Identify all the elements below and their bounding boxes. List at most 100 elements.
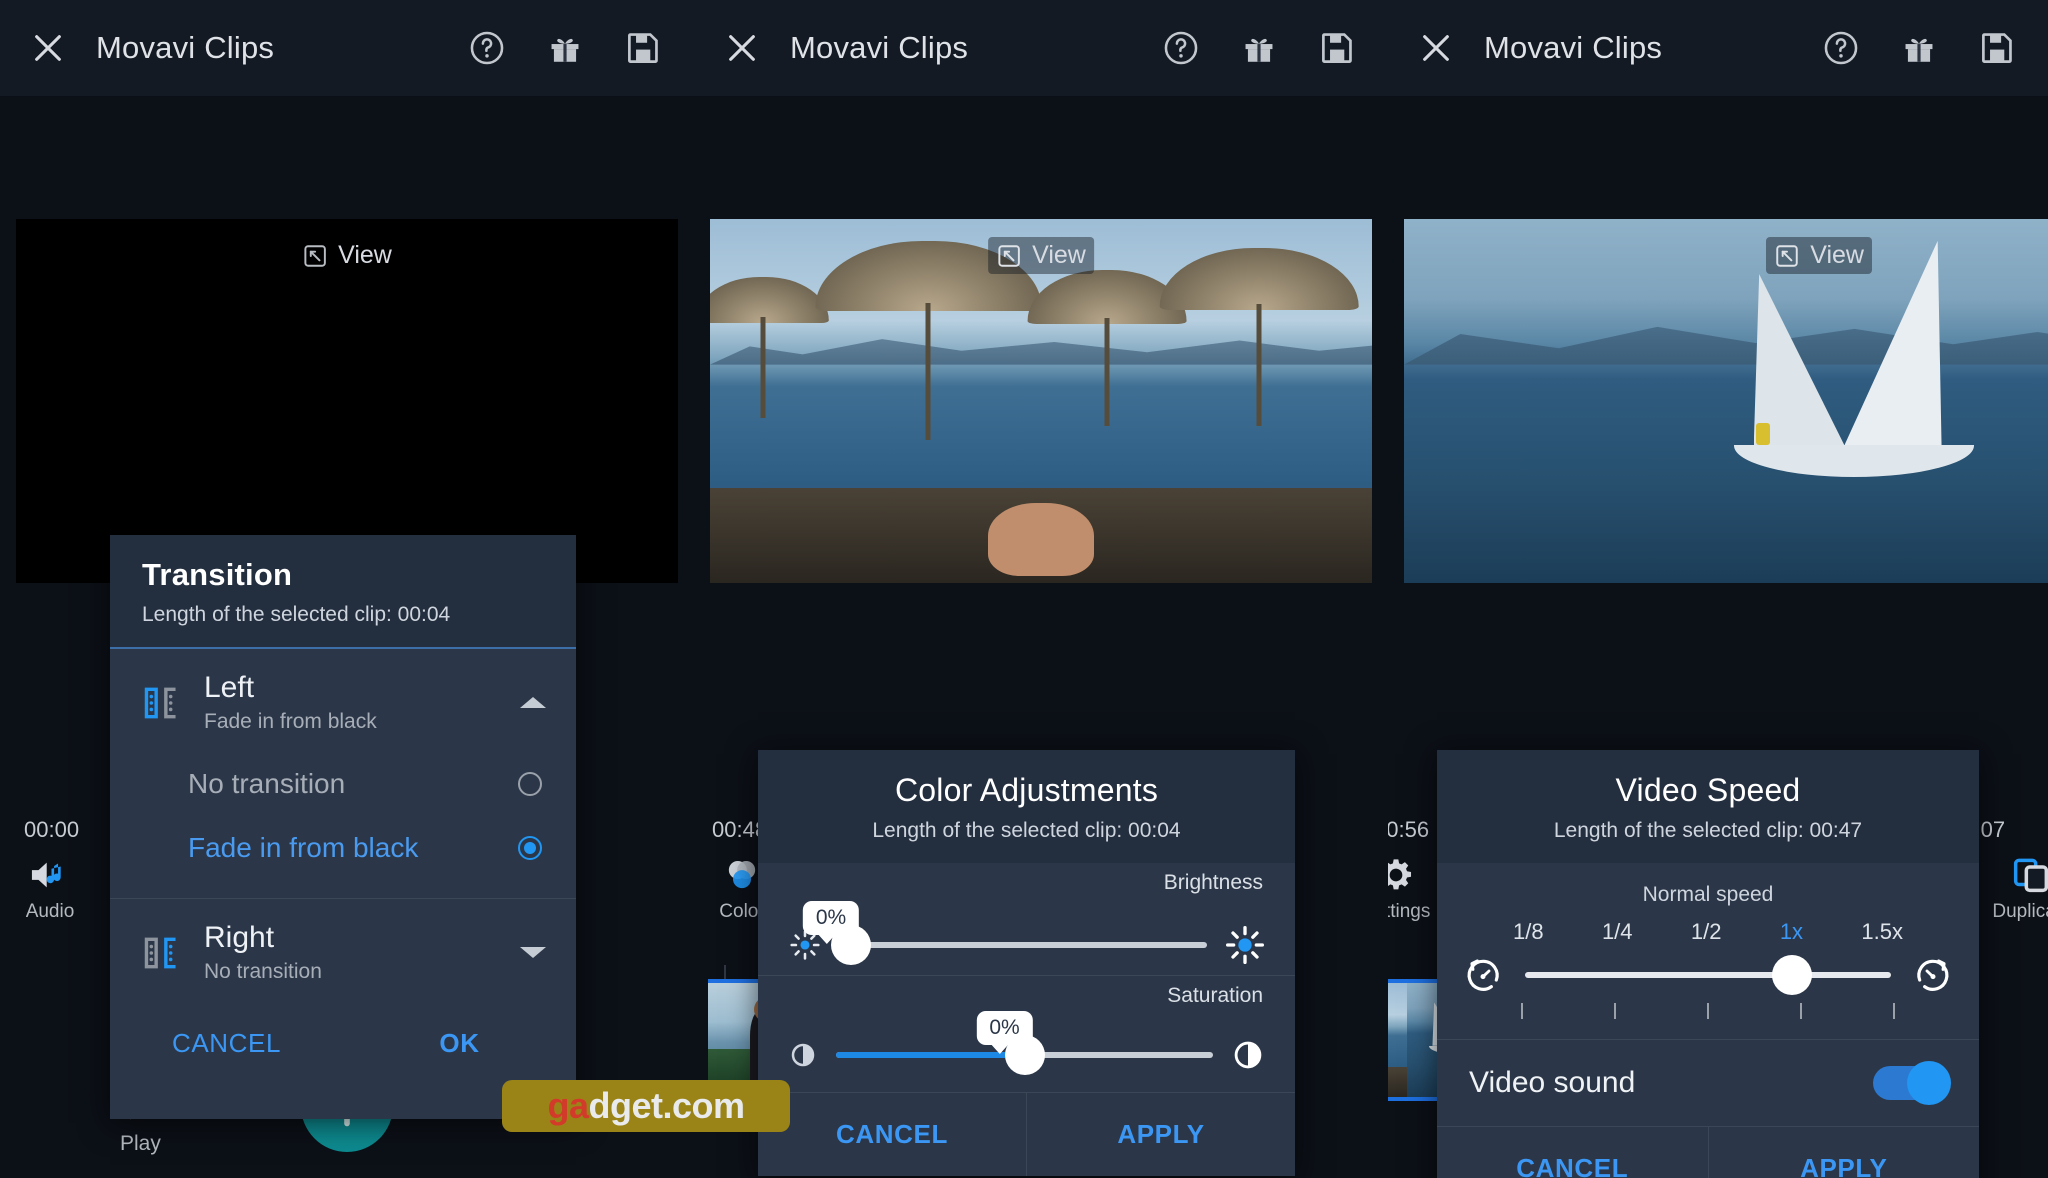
transition-ok-button[interactable]: OK [343,1002,576,1085]
view-badge-1[interactable]: View [294,237,400,274]
transition-cancel-button[interactable]: CANCEL [110,1002,343,1085]
chevron-down-icon[interactable] [520,947,546,958]
app-bar-1: Movavi Clips [0,0,694,97]
tool-settings[interactable]: Settings [1388,855,1442,947]
transition-right-name: Right [204,921,275,954]
saturation-knob[interactable]: 0% [976,1011,1045,1075]
video-sound-label: Video sound [1469,1066,1636,1099]
speed-knob[interactable] [1772,955,1813,995]
video-preview-3[interactable]: View [1404,219,2048,583]
speed-tick[interactable]: 1/4 [1602,919,1633,945]
close-button-3[interactable] [1388,31,1484,65]
color-cancel-button[interactable]: CANCEL [758,1093,1027,1176]
video-preview-1[interactable]: View [16,219,678,583]
view-badge-3[interactable]: View [1766,237,1872,274]
close-icon [1419,31,1453,65]
color-dialog-subtitle: Length of the selected clip: 00:04 [872,819,1181,842]
view-badge-label-1: View [338,241,392,269]
transition-left-row[interactable]: Left Fade in from black [110,649,576,752]
close-button-1[interactable] [0,31,96,65]
tool-label: Settings [1388,901,1431,922]
brightness-track[interactable]: 0% [802,901,1207,965]
brightness-knob[interactable]: 0% [802,901,871,965]
saturation-value: 0% [976,1011,1033,1054]
saturation-label: Saturation [1167,984,1263,1007]
tick-mark [1893,1003,1895,1019]
video-sound-toggle[interactable] [1873,1061,1951,1105]
color-dialog-title: Color Adjustments [894,772,1159,808]
duplicate-icon [2009,855,2048,895]
speed-slow-icon [1463,955,1503,995]
transition-right-icon [140,933,182,973]
help-icon[interactable] [1162,29,1200,67]
transition-right-value: No transition [204,960,322,983]
transition-dialog-title: Transition [142,557,293,592]
saturation-low-icon [788,1040,818,1070]
save-icon[interactable] [1978,29,2016,67]
radio-no-transition[interactable] [518,772,542,796]
save-icon[interactable] [624,29,662,67]
app-bar-3: Movavi Clips [1388,0,2048,97]
settings-icon [1388,855,1417,895]
chevron-up-icon[interactable] [520,697,546,708]
tool-label: Duplicate [1992,901,2048,922]
speed-apply-button[interactable]: APPLY [1709,1127,1980,1178]
transition-right-row[interactable]: Right No transition [110,899,576,1002]
view-badge-2[interactable]: View [988,237,1094,274]
gift-icon[interactable] [1240,29,1278,67]
speed-dialog-subtitle: Length of the selected clip: 00:47 [1553,819,1863,842]
watermark-rest: dget.com [588,1085,746,1126]
transition-option-fade-in-from-black[interactable]: Fade in from black [110,816,576,880]
transition-left-value: Fade in from black [204,710,377,733]
speed-tick-marks [1463,995,1953,1019]
saturation-slider-block[interactable]: Saturation 0% [758,976,1295,1092]
saturation-track[interactable]: 0% [836,1011,1213,1075]
speed-track[interactable] [1525,955,1891,995]
speed-tick[interactable]: 1.5x [1861,919,1903,945]
tool-duplicate[interactable]: Duplicate [1986,855,2048,947]
brightness-high-icon [1225,925,1265,965]
app-bar-2: Movavi Clips [694,0,1388,97]
gift-icon[interactable] [546,29,584,67]
help-icon[interactable] [468,29,506,67]
transition-dialog-subtitle: Length of the selected clip: 00:04 [142,603,451,626]
transition-left-icon [140,683,182,723]
tool-label: Audio [25,901,75,922]
video-preview-2[interactable]: View [710,219,1372,583]
tick-mark [1521,1003,1523,1019]
time-mark: 00:00 [24,817,80,842]
brightness-slider-block[interactable]: Brightness 0% [758,863,1295,975]
video-sound-row[interactable]: Video sound [1437,1040,1979,1126]
tick-mark [1614,1003,1616,1019]
gift-icon[interactable] [1900,29,1938,67]
color-apply-button[interactable]: APPLY [1027,1093,1295,1176]
view-badge-label-3: View [1810,241,1864,269]
save-icon[interactable] [1318,29,1356,67]
tick-mark [1800,1003,1802,1019]
play-label: Play [120,1132,161,1155]
option-label: Fade in from black [188,832,419,863]
help-icon[interactable] [1822,29,1860,67]
transition-dialog[interactable]: Transition Length of the selected clip: … [110,535,576,1119]
color-dialog-actions: CANCEL APPLY [758,1093,1295,1176]
video-speed-dialog[interactable]: Video Speed Length of the selected clip:… [1437,750,1979,1178]
speed-tick-active[interactable]: 1x [1780,919,1803,945]
transition-dialog-header: Transition Length of the selected clip: … [110,535,576,647]
clip-thumbnail [1388,983,1407,1097]
tool-audio[interactable]: Audio [4,855,96,947]
watermark: gadget.com [502,1080,790,1132]
normal-speed-label: Normal speed [1642,883,1774,906]
speed-fast-icon [1913,955,1953,995]
color-dialog-header: Color Adjustments Length of the selected… [758,750,1295,863]
fullscreen-icon [996,243,1022,269]
close-button-2[interactable] [694,31,790,65]
radio-fade-in-from-black[interactable] [518,836,542,860]
watermark-prefix: ga [547,1085,589,1126]
transition-option-no-transition[interactable]: No transition [110,752,576,816]
brightness-value: 0% [802,901,860,944]
speed-cancel-button[interactable]: CANCEL [1437,1127,1709,1178]
color-adjustments-dialog[interactable]: Color Adjustments Length of the selected… [758,750,1295,1176]
speed-tick[interactable]: 1/2 [1691,919,1722,945]
speed-slider-block[interactable]: Normal speed 1/8 1/4 1/2 1x 1.5x [1437,863,1979,1027]
speed-tick[interactable]: 1/8 [1513,919,1544,945]
